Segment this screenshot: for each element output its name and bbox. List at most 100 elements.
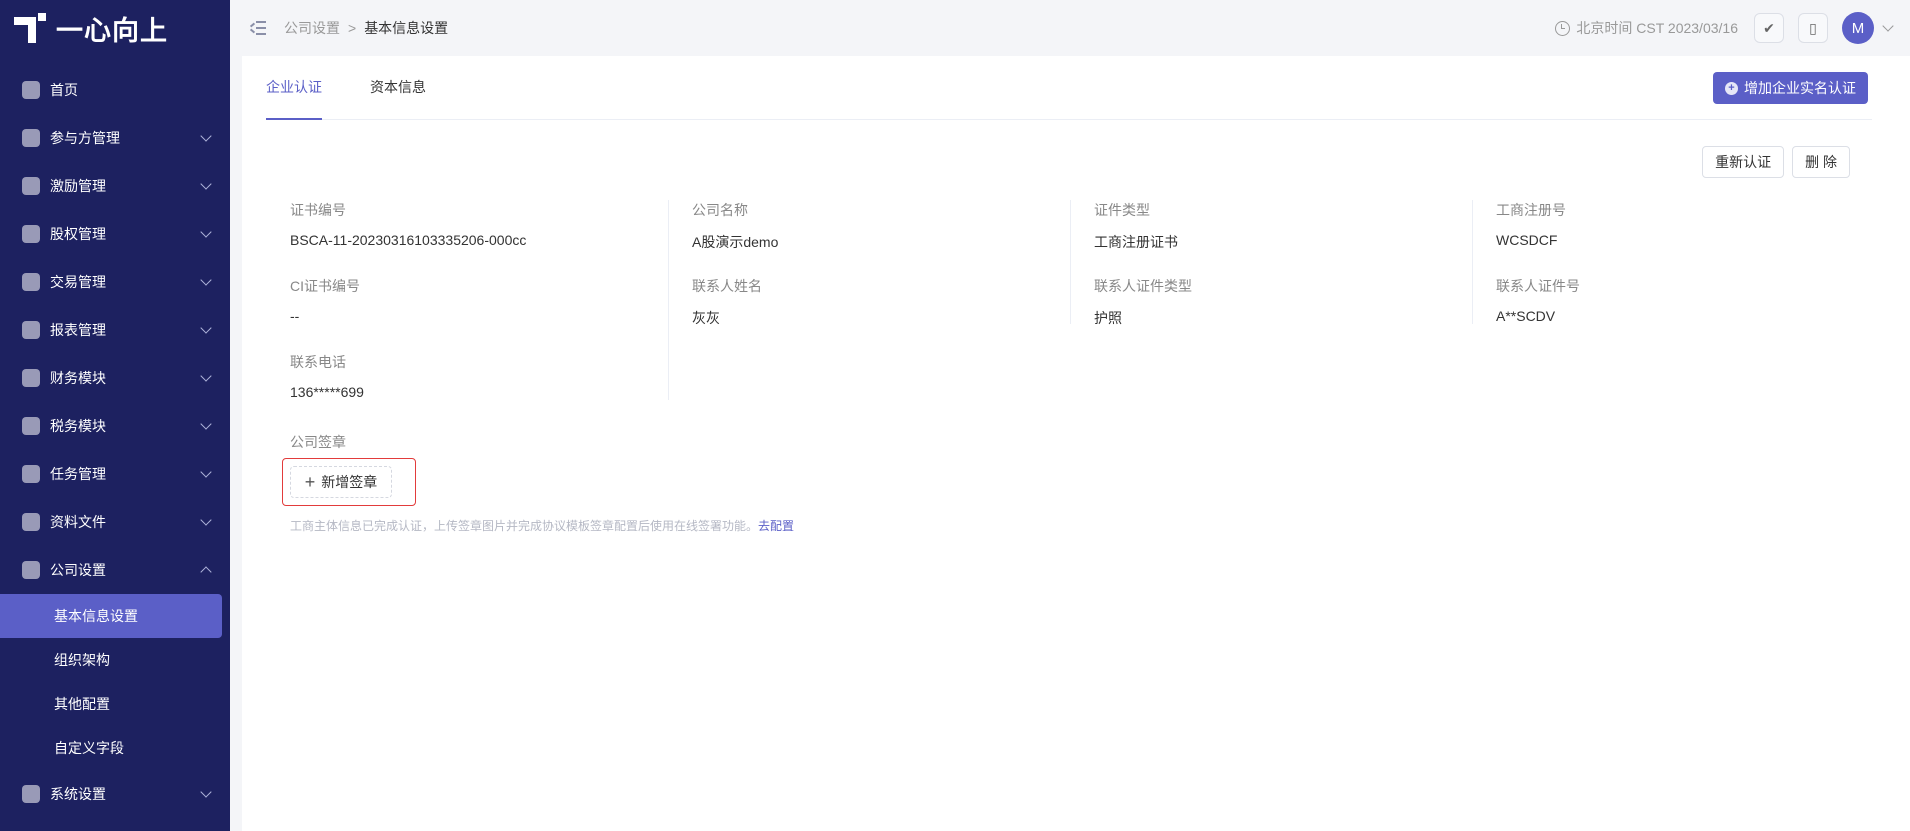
chevron-up-icon: [200, 566, 212, 578]
add-enterprise-verification-button[interactable]: + 增加企业实名认证: [1713, 72, 1868, 104]
participant-icon: [22, 129, 40, 147]
sidebar-item-report[interactable]: 报表管理: [0, 306, 230, 354]
chevron-down-icon: [200, 418, 212, 430]
chevron-down-icon: [200, 370, 212, 382]
sidebar-item-files[interactable]: 资料文件: [0, 498, 230, 546]
info-label: 证书编号: [290, 202, 346, 218]
seal-hint: 工商主体信息已完成认证，上传签章图片并完成协议模板签章配置后使用在线签署功能。去…: [290, 517, 794, 534]
task-check-button[interactable]: ✔: [1754, 13, 1784, 43]
report-icon: [22, 321, 40, 339]
info-label: CI证书编号: [290, 278, 360, 294]
equity-icon: [22, 225, 40, 243]
info-label: 证件类型: [1094, 202, 1150, 218]
sidebar-subitem-org-structure[interactable]: 组织架构: [0, 638, 230, 682]
info-value: BSCA-11-20230316103335206-000cc: [290, 232, 527, 248]
info-label: 联系人姓名: [692, 278, 762, 294]
clock-icon: [1555, 20, 1571, 36]
company-seal-label: 公司签章: [290, 434, 346, 450]
sidebar-item-label: 财务模块: [50, 370, 106, 386]
finance-icon: [22, 369, 40, 387]
sidebar-item-label: 税务模块: [50, 418, 106, 434]
breadcrumb: 公司设置 > 基本信息设置: [284, 18, 448, 38]
info-contact-name: 联系人姓名 灰灰: [692, 276, 1094, 352]
sidebar-subitem-basic-info[interactable]: 基本信息设置: [0, 594, 222, 638]
configure-link[interactable]: 去配置: [758, 519, 794, 533]
info-value: A股演示demo: [692, 234, 779, 250]
sidebar-item-system-settings[interactable]: 系统设置: [0, 770, 230, 818]
tab-capital-info[interactable]: 资本信息: [370, 56, 426, 120]
sidebar-item-label: 资料文件: [50, 514, 106, 530]
collapse-sidebar-icon[interactable]: [249, 21, 266, 35]
home-icon: [22, 81, 40, 99]
system-icon: [22, 785, 40, 803]
top-header: 公司设置 > 基本信息设置 北京时间 CST 2023/03/16 ✔ ▯ M: [230, 0, 1910, 56]
sidebar-item-label: 公司设置: [50, 562, 106, 578]
sidebar-subitem-other-config[interactable]: 其他配置: [0, 682, 230, 726]
logo-text: 一心向上: [56, 15, 168, 46]
company-icon: [22, 561, 40, 579]
sidebar-item-trade[interactable]: 交易管理: [0, 258, 230, 306]
sidebar-item-label: 系统设置: [50, 786, 106, 802]
main-content: 企业认证 资本信息 + 增加企业实名认证 重新认证 删 除 证书编号 BSCA-…: [242, 56, 1910, 831]
info-value: 护照: [1094, 310, 1122, 326]
sidebar-item-label: 交易管理: [50, 274, 106, 290]
chevron-down-icon: [200, 274, 212, 286]
logo-mark-icon: [14, 13, 48, 43]
info-label: 联系人证件号: [1496, 278, 1580, 294]
chevron-down-icon: [200, 178, 212, 190]
button-label: 增加企业实名认证: [1744, 80, 1856, 96]
info-value: 工商注册证书: [1094, 234, 1178, 250]
sidebar-item-home[interactable]: 首页: [0, 66, 230, 114]
info-ci-cert-number: CI证书编号 --: [290, 276, 692, 352]
chevron-down-icon[interactable]: [1882, 20, 1894, 32]
sidebar-item-equity[interactable]: 股权管理: [0, 210, 230, 258]
sidebar-item-finance[interactable]: 财务模块: [0, 354, 230, 402]
sidebar-subitem-custom-fields[interactable]: 自定义字段: [0, 726, 230, 770]
button-label: 新增签章: [321, 474, 378, 490]
sidebar-subitem-label: 自定义字段: [54, 740, 124, 756]
sidebar-item-participants[interactable]: 参与方管理: [0, 114, 230, 162]
info-contact-phone: 联系电话 136*****699: [290, 352, 692, 428]
info-label: 联系电话: [290, 354, 346, 370]
plus-circle-icon: +: [1725, 81, 1738, 95]
sidebar-subitem-label: 组织架构: [54, 652, 110, 668]
info-label: 工商注册号: [1496, 202, 1566, 218]
sidebar-item-company-settings[interactable]: 公司设置: [0, 546, 230, 594]
sidebar-nav: 首页 参与方管理 激励管理 股权管理 交易管理 报表管理 财务模块 税务模块 任…: [0, 66, 230, 818]
info-contact-id-type: 联系人证件类型 护照: [1094, 276, 1496, 352]
tab-enterprise-verification[interactable]: 企业认证: [266, 56, 322, 120]
info-value: --: [290, 308, 300, 324]
info-value: A**SCDV: [1496, 308, 1556, 324]
info-label: 联系人证件类型: [1094, 278, 1192, 294]
chevron-down-icon: [200, 322, 212, 334]
info-contact-id-number: 联系人证件号 A**SCDV: [1496, 276, 1898, 352]
sidebar-item-tax[interactable]: 税务模块: [0, 402, 230, 450]
chevron-down-icon: [200, 226, 212, 238]
info-cert-number: 证书编号 BSCA-11-20230316103335206-000cc: [290, 200, 692, 276]
sidebar-item-label: 激励管理: [50, 178, 106, 194]
breadcrumb-separator: >: [348, 20, 357, 36]
breadcrumb-item-company-settings[interactable]: 公司设置: [284, 18, 340, 38]
sidebar: 一心向上 首页 参与方管理 激励管理 股权管理 交易管理 报表管理 财务模块 税…: [0, 0, 230, 831]
sidebar-item-label: 首页: [50, 82, 78, 98]
avatar[interactable]: M: [1842, 12, 1874, 44]
shirt-button[interactable]: ▯: [1798, 13, 1828, 43]
sidebar-subitem-label: 基本信息设置: [54, 608, 138, 624]
chevron-down-icon: [200, 130, 212, 142]
chevron-down-icon: [200, 514, 212, 526]
add-seal-button[interactable]: + 新增签章: [290, 466, 392, 498]
trade-icon: [22, 273, 40, 291]
logo[interactable]: 一心向上: [0, 0, 230, 56]
info-cert-type: 证件类型 工商注册证书: [1094, 200, 1496, 276]
sidebar-item-label: 任务管理: [50, 466, 106, 482]
shirt-icon: ▯: [1809, 19, 1817, 36]
chevron-down-icon: [200, 466, 212, 478]
header-right: 北京时间 CST 2023/03/16 ✔ ▯ M: [1555, 0, 1894, 56]
reverify-button[interactable]: 重新认证: [1702, 146, 1785, 178]
seal-hint-text: 工商主体信息已完成认证，上传签章图片并完成协议模板签章配置后使用在线签署功能。: [290, 519, 759, 533]
folder-icon: [22, 513, 40, 531]
sidebar-item-incentive[interactable]: 激励管理: [0, 162, 230, 210]
sidebar-item-task[interactable]: 任务管理: [0, 450, 230, 498]
info-value: 136*****699: [290, 384, 364, 400]
delete-button[interactable]: 删 除: [1792, 146, 1850, 178]
